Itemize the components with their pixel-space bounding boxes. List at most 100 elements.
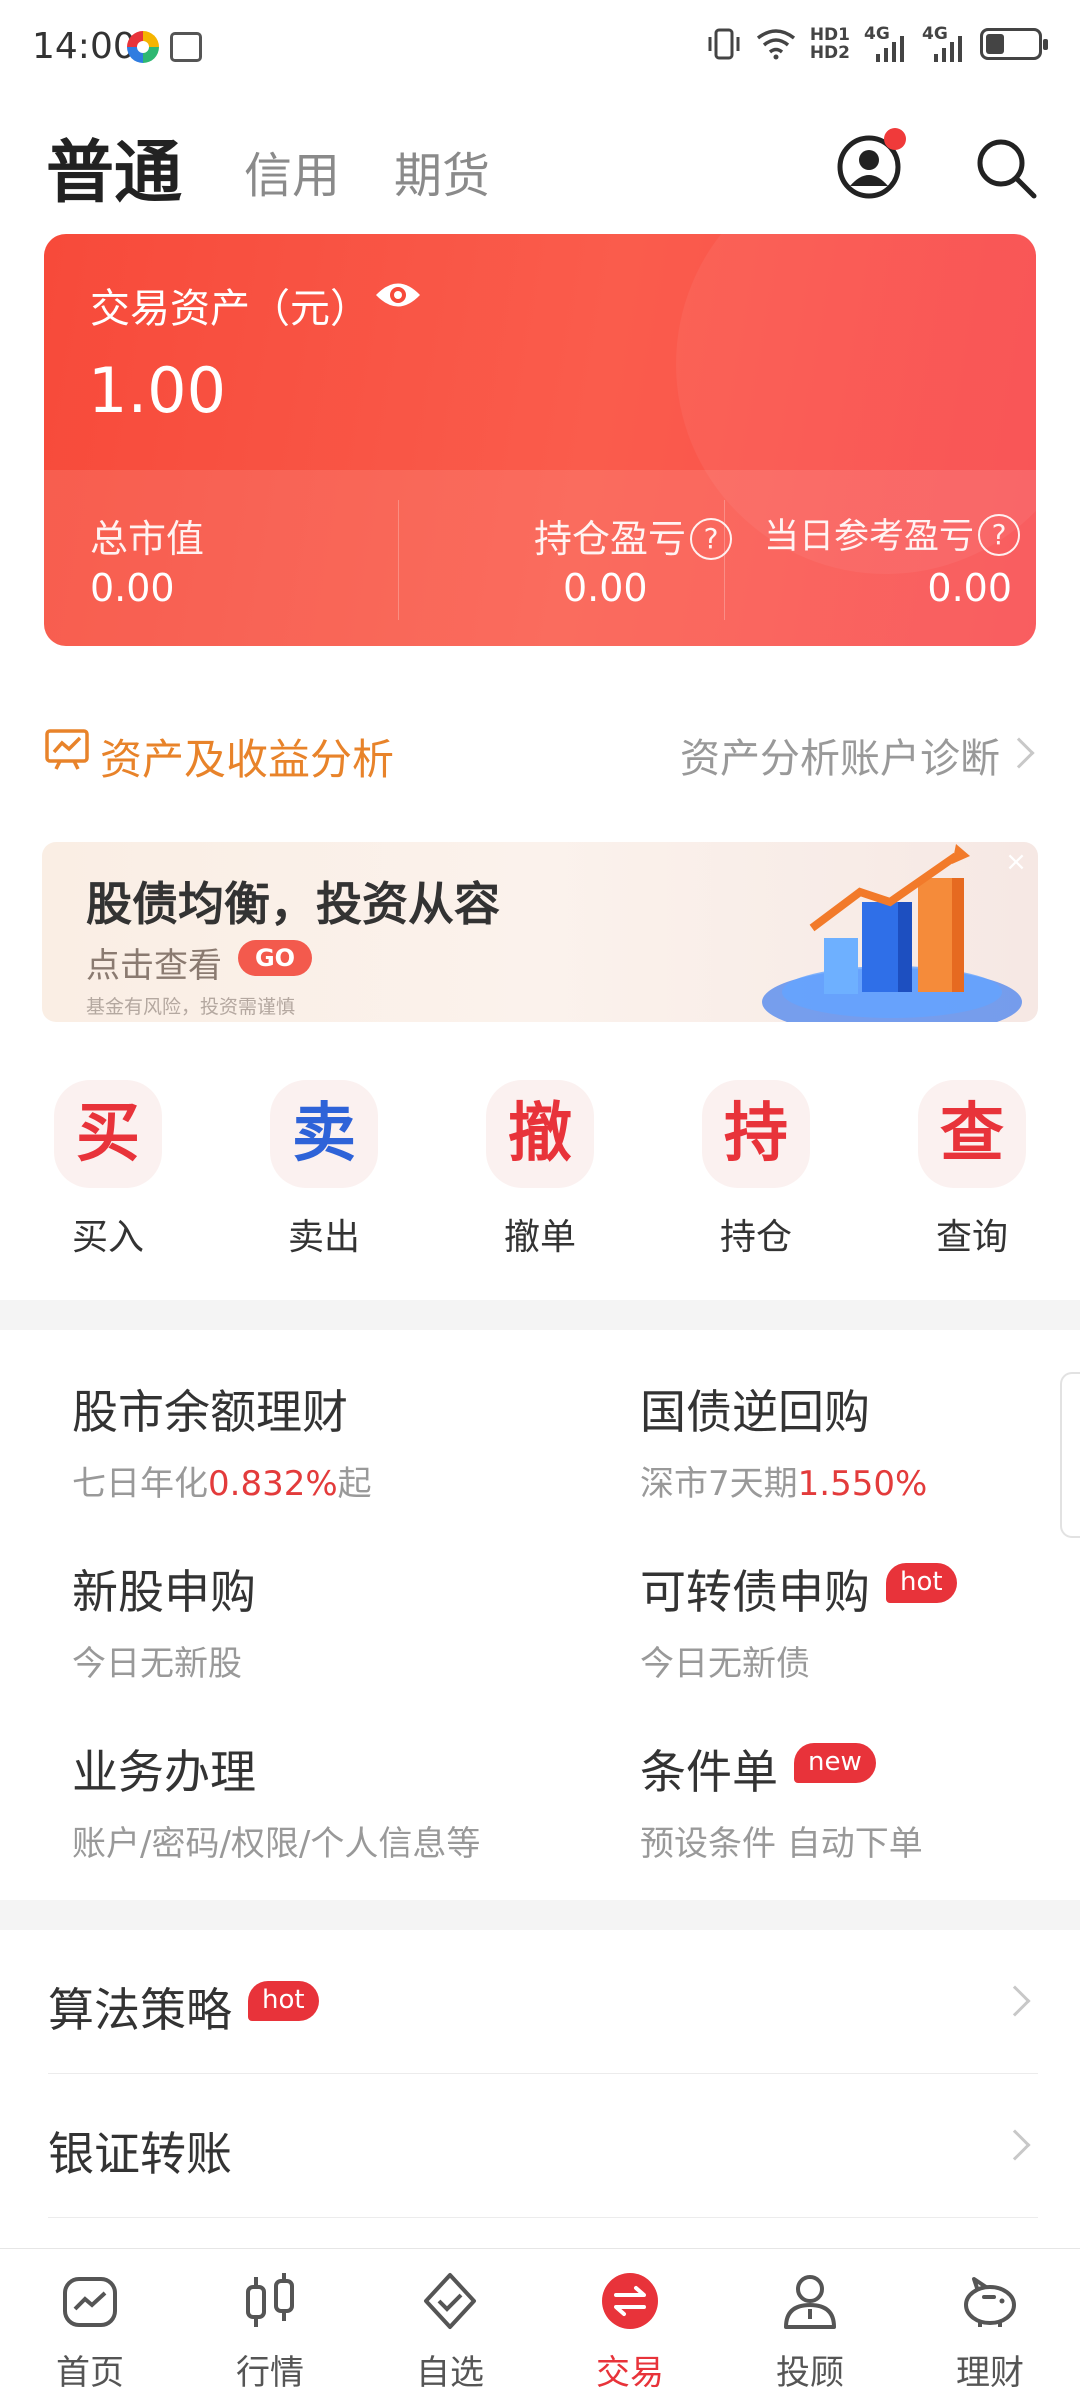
tab-futures[interactable]: 期货 [394,136,490,206]
service-title: 条件单 new [640,1736,923,1802]
stat-label: 持仓盈亏? [534,508,732,563]
go-button[interactable]: GO [238,940,312,976]
service-ipo-subscription[interactable]: 新股申购 今日无新股 [72,1556,256,1696]
banner-title: 股债均衡，投资从容 [86,877,500,931]
bar-chart-illustration [762,844,1022,1022]
hd-indicator: HD1 HD2 [810,26,850,62]
asset-summary: 交易资产（元） 1.00 [44,234,1036,470]
action-label: 撤单 [503,1217,576,1258]
chevron-right-icon [999,1985,1031,2017]
action-query[interactable]: 查 查询 [892,1080,1052,1270]
nav-label: 投顾 [776,2353,844,2393]
service-convertible-bond[interactable]: 可转债申购 hot 今日无新债 [640,1556,957,1696]
exchange-icon [602,2273,658,2329]
signal-1: 4G [864,24,908,62]
status-indicators: HD1 HD2 4G 4G [706,24,1048,62]
stat-label: 当日参考盈亏? [764,508,1020,559]
asset-analysis-row[interactable]: 资产及收益分析 资产分析账户诊断 [0,718,1080,788]
nav-market[interactable]: 行情 [180,2249,360,2400]
list-label: 银证转账 [48,2127,232,2181]
signal-bars-icon [876,36,904,62]
nav-watchlist[interactable]: 自选 [360,2249,540,2400]
nav-label: 行情 [236,2353,304,2393]
candlestick-icon [246,2273,294,2327]
chevron-right-icon [999,2129,1031,2161]
chevron-right-icon [1003,737,1035,769]
stat-label: 总市值 [90,517,205,561]
promo-banner[interactable]: 股债均衡，投资从容 点击查看 GO 基金有风险，投资需谨慎 × [42,842,1038,1022]
asset-value: 1.00 [88,354,227,427]
nav-advisor[interactable]: 投顾 [720,2249,900,2400]
nav-label: 首页 [56,2353,124,2393]
signal-2: 4G [922,24,966,62]
service-reverse-repo[interactable]: 国债逆回购 深市7天期1.550% [640,1376,927,1516]
service-subtitle: 今日无新债 [640,1644,810,1684]
bottom-navigation: 首页 行情 自选 交易 投顾 理财 [0,2248,1080,2400]
stat-value: 0.00 [90,566,175,610]
action-label: 查询 [935,1217,1008,1258]
shield-check-icon [424,2273,476,2329]
service-title: 股市余额理财 [72,1385,348,1439]
piggy-bank-icon [964,2277,1016,2327]
service-stock-wealth[interactable]: 股市余额理财 七日年化0.832%起 [72,1376,372,1516]
list-item-bank-transfer[interactable]: 银证转账 [48,2074,1038,2218]
search-icon[interactable] [974,136,1038,200]
query-icon: 查 [918,1080,1026,1188]
nav-home[interactable]: 首页 [0,2249,180,2400]
signal-bars-icon [934,36,962,62]
wifi-icon [756,29,795,60]
quick-actions: 买 买入 卖 卖出 撤 撤单 持 持仓 查 查询 [0,1080,1080,1270]
status-bar: 14:00 HD1 HD2 4G 4G [0,0,1080,100]
service-subtitle: 预设条件 自动下单 [640,1824,923,1864]
nav-label: 交易 [596,2353,664,2393]
list-label: 算法策略 hot [48,1974,319,2040]
hot-badge: hot [248,1981,319,2021]
hot-badge: hot [886,1563,957,1603]
list-item-algo-strategy[interactable]: 算法策略 hot [48,1930,1038,2074]
service-subtitle: 账户/密码/权限/个人信息等 [72,1824,481,1864]
banner-subtitle: 点击查看 [86,946,222,986]
help-icon[interactable]: ? [690,518,732,560]
advisor-icon [784,2275,836,2329]
asset-title: 交易资产（元） [90,286,370,332]
service-business[interactable]: 业务办理 账户/密码/权限/个人信息等 [72,1736,480,1876]
service-conditional-order[interactable]: 条件单 new 预设条件 自动下单 [640,1736,923,1876]
eye-icon[interactable] [374,278,422,312]
action-positions[interactable]: 持 持仓 [676,1080,836,1270]
service-title: 国债逆回购 [640,1385,870,1439]
action-buy[interactable]: 买 买入 [28,1080,188,1270]
help-icon[interactable]: ? [978,514,1020,556]
action-sell[interactable]: 卖 卖出 [244,1080,404,1270]
app-notification-icon [127,31,159,63]
side-drawer-handle[interactable] [1060,1372,1080,1538]
service-title: 新股申购 [72,1565,256,1619]
service-title: 业务办理 [72,1745,256,1799]
close-icon[interactable]: × [1002,848,1030,876]
action-cancel-order[interactable]: 撤 撤单 [460,1080,620,1270]
vibrate-icon [708,28,740,60]
tab-normal[interactable]: 普通 [46,117,182,216]
notification-dot [884,128,906,150]
stat-position-pnl: 持仓盈亏? 0.00 [408,470,732,646]
section-divider [0,1900,1080,1930]
positions-icon: 持 [702,1080,810,1188]
trading-assets-card[interactable]: 交易资产（元） 1.00 总市值 0.00 持仓盈亏? 0.00 当日参考盈亏?… [44,234,1036,646]
service-subtitle: 今日无新股 [72,1644,242,1684]
service-subtitle: 深市7天期1.550% [640,1464,928,1504]
tab-credit[interactable]: 信用 [244,136,340,206]
hd1-label: HD1 [809,25,850,45]
nav-label: 理财 [956,2353,1024,2393]
asset-stats: 总市值 0.00 持仓盈亏? 0.00 当日参考盈亏? 0.00 [44,470,1036,646]
home-chart-icon [63,2277,117,2327]
analysis-title: 资产及收益分析 [100,735,395,784]
stat-value: 0.00 [563,566,648,610]
status-time: 14:00 [32,26,136,67]
analysis-chart-icon [45,729,89,770]
account-diagnosis-link[interactable]: 资产分析账户诊断 [680,726,1000,784]
risk-disclaimer: 基金有风险，投资需谨慎 [86,996,296,1018]
action-label: 卖出 [287,1217,360,1258]
sell-icon: 卖 [270,1080,378,1188]
nav-wealth[interactable]: 理财 [900,2249,1080,2400]
stat-daily-pnl: 当日参考盈亏? 0.00 [744,470,1020,646]
nav-trade[interactable]: 交易 [540,2249,720,2400]
